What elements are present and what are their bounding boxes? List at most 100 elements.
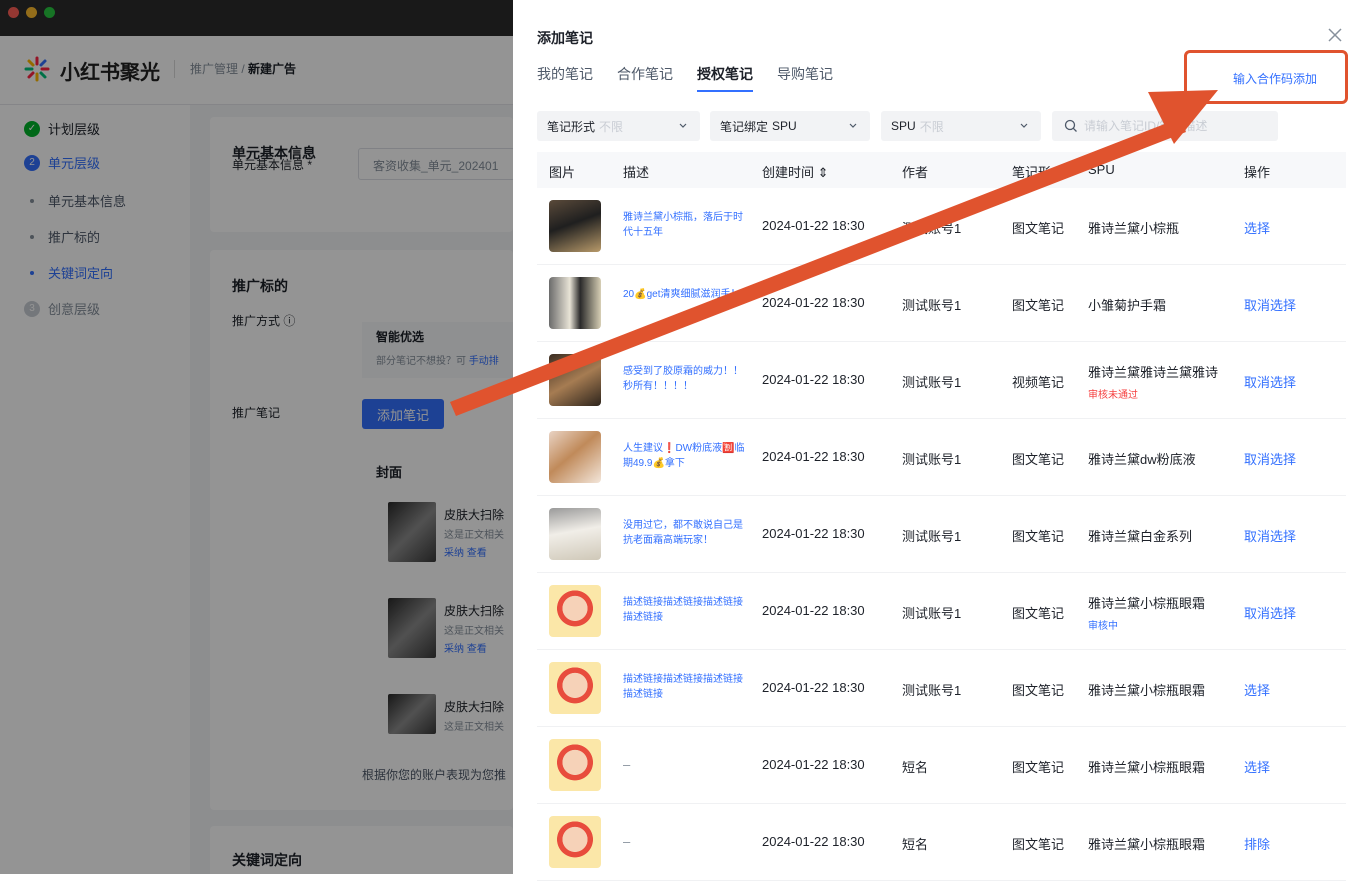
- row-action-button[interactable]: 排除: [1244, 834, 1270, 853]
- note-author: 测试账号1: [902, 375, 962, 390]
- annotation-highlight-box: [1184, 50, 1348, 104]
- note-binding-filter[interactable]: 笔记绑定 SPU: [710, 111, 870, 141]
- note-type: 图文笔记: [1012, 298, 1065, 313]
- note-description[interactable]: 感受到了胶原霜的威力！！秒所有！！！！: [623, 364, 745, 394]
- note-tabs: 我的笔记 合作笔记 授权笔记 导购笔记: [537, 64, 833, 94]
- spu-name: 雅诗兰黛小棕瓶眼霜: [1088, 683, 1206, 698]
- note-thumbnail[interactable]: [549, 739, 601, 791]
- modal-backdrop[interactable]: [0, 0, 513, 874]
- tab-my-notes[interactable]: 我的笔记: [537, 64, 593, 94]
- column-header-desc: 描述: [623, 165, 650, 180]
- note-thumbnail[interactable]: [549, 662, 601, 714]
- note-author: 短名: [902, 760, 929, 775]
- spu-name: 雅诗兰黛dw粉底液: [1088, 452, 1196, 467]
- spu-name: 雅诗兰黛小棕瓶眼霜: [1088, 596, 1206, 611]
- created-time: 2024-01-22 18:30: [762, 295, 865, 310]
- created-time: 2024-01-22 18:30: [762, 603, 865, 618]
- note-type: 图文笔记: [1012, 683, 1065, 698]
- note-thumbnail[interactable]: [549, 816, 601, 868]
- close-icon[interactable]: [1326, 26, 1344, 44]
- filter-value: 不限: [919, 119, 944, 134]
- spu-name: 雅诗兰黛雅诗兰黛雅诗: [1088, 365, 1219, 380]
- row-action-button[interactable]: 取消选择: [1244, 449, 1296, 468]
- note-author: 测试账号1: [902, 529, 962, 544]
- column-header-spu: SPU: [1088, 162, 1115, 177]
- table-row: 雅诗兰黛小棕瓶，落后于时代十五年 2024-01-22 18:30 测试账号1 图文笔…: [537, 188, 1346, 265]
- note-thumbnail[interactable]: [549, 277, 601, 329]
- table-row: 描述链接描述链接描述链接描述链接 2024-01-22 18:30 测试账号1 图文笔…: [537, 650, 1346, 727]
- note-author: 测试账号1: [902, 298, 962, 313]
- note-author: 测试账号1: [902, 606, 962, 621]
- note-type: 图文笔记: [1012, 452, 1065, 467]
- search-icon: [1064, 119, 1077, 132]
- note-description[interactable]: 描述链接描述链接描述链接描述链接: [623, 672, 745, 702]
- filter-label: SPU: [891, 119, 916, 133]
- note-description[interactable]: 人生建议❗DW粉底液🈹临期49.9💰拿下: [623, 441, 745, 471]
- spu-name: 雅诗兰黛白金系列: [1088, 529, 1193, 544]
- table-header: 图片 描述 创建时间 ⇕ 作者 笔记形式 SPU 操作: [537, 152, 1346, 188]
- created-time: 2024-01-22 18:30: [762, 757, 865, 772]
- add-note-drawer: 添加笔记 我的笔记 合作笔记 授权笔记 导购笔记 输入合作码添加 笔记形式 不限…: [513, 0, 1362, 881]
- row-action-button[interactable]: 取消选择: [1244, 295, 1296, 314]
- created-time: 2024-01-22 18:30: [762, 372, 865, 387]
- row-action-button[interactable]: 取消选择: [1244, 372, 1296, 391]
- notes-table: 图片 描述 创建时间 ⇕ 作者 笔记形式 SPU 操作 雅诗兰黛小棕瓶，落后于时…: [537, 152, 1346, 881]
- created-time: 2024-01-22 18:30: [762, 680, 865, 695]
- column-header-author: 作者: [902, 165, 929, 180]
- note-type: 图文笔记: [1012, 221, 1065, 236]
- column-header-image: 图片: [549, 165, 576, 180]
- row-action-button[interactable]: 取消选择: [1244, 526, 1296, 545]
- table-row: 描述链接描述链接描述链接描述链接 2024-01-22 18:30 测试账号1 图文笔…: [537, 573, 1346, 650]
- table-row: 20💰get清爽细腻滋润手！ 2024-01-22 18:30 测试账号1 图文笔记 小…: [537, 265, 1346, 342]
- filter-value: 不限: [599, 119, 624, 134]
- row-action-button[interactable]: 选择: [1244, 218, 1270, 237]
- spu-filter[interactable]: SPU 不限: [881, 111, 1041, 141]
- note-description[interactable]: 没用过它，都不敢说自己是抗老面霜高端玩家！: [623, 518, 745, 548]
- column-header-time[interactable]: 创建时间 ⇕: [762, 162, 829, 181]
- note-description[interactable]: 20💰get清爽细腻滋润手！: [623, 287, 745, 302]
- note-author: 测试账号1: [902, 452, 962, 467]
- row-action-button[interactable]: 取消选择: [1244, 603, 1296, 622]
- note-form-filter[interactable]: 笔记形式 不限: [537, 111, 700, 141]
- drawer-title: 添加笔记: [537, 30, 593, 46]
- review-status-badge: 审核中: [1088, 621, 1118, 632]
- row-action-button[interactable]: 选择: [1244, 757, 1270, 776]
- note-type: 图文笔记: [1012, 606, 1065, 621]
- note-description[interactable]: 雅诗兰黛小棕瓶，落后于时代十五年: [623, 210, 745, 240]
- note-type: 视频笔记: [1012, 375, 1065, 390]
- spu-name: 雅诗兰黛小棕瓶眼霜: [1088, 837, 1206, 852]
- spu-name: 小雏菊护手霜: [1088, 298, 1167, 313]
- table-body: 雅诗兰黛小棕瓶，落后于时代十五年 2024-01-22 18:30 测试账号1 图文笔…: [537, 188, 1346, 881]
- note-author: 短名: [902, 837, 929, 852]
- note-author: 测试账号1: [902, 221, 962, 236]
- tab-authorized-notes[interactable]: 授权笔记: [697, 64, 753, 94]
- note-thumbnail[interactable]: [549, 585, 601, 637]
- spu-name: 雅诗兰黛小棕瓶: [1088, 221, 1180, 236]
- column-header-action: 操作: [1244, 165, 1271, 180]
- row-action-button[interactable]: 选择: [1244, 680, 1270, 699]
- note-type: 图文笔记: [1012, 529, 1065, 544]
- search-box: [1052, 111, 1278, 141]
- search-input[interactable]: [1084, 111, 1270, 141]
- table-row: 没用过它，都不敢说自己是抗老面霜高端玩家！ 2024-01-22 18:30 测试账…: [537, 496, 1346, 573]
- created-time: 2024-01-22 18:30: [762, 834, 865, 849]
- note-type: 图文笔记: [1012, 837, 1065, 852]
- column-header-type: 笔记形式: [1012, 165, 1065, 180]
- created-time: 2024-01-22 18:30: [762, 218, 865, 233]
- filter-label: 笔记绑定: [720, 119, 769, 134]
- tab-shopping-notes[interactable]: 导购笔记: [777, 64, 833, 94]
- note-thumbnail[interactable]: [549, 431, 601, 483]
- note-description: –: [623, 834, 631, 849]
- note-thumbnail[interactable]: [549, 508, 601, 560]
- chevron-down-icon: [679, 123, 687, 128]
- chevron-down-icon: [849, 123, 857, 128]
- note-description[interactable]: 描述链接描述链接描述链接描述链接: [623, 595, 745, 625]
- note-author: 测试账号1: [902, 683, 962, 698]
- spu-name: 雅诗兰黛小棕瓶眼霜: [1088, 760, 1206, 775]
- tab-partner-notes[interactable]: 合作笔记: [617, 64, 673, 94]
- note-thumbnail[interactable]: [549, 200, 601, 252]
- table-row: 感受到了胶原霜的威力！！秒所有！！！！ 2024-01-22 18:30 测试账号1…: [537, 342, 1346, 419]
- note-thumbnail[interactable]: [549, 354, 601, 406]
- note-description: –: [623, 757, 631, 772]
- filter-value: SPU: [772, 119, 797, 133]
